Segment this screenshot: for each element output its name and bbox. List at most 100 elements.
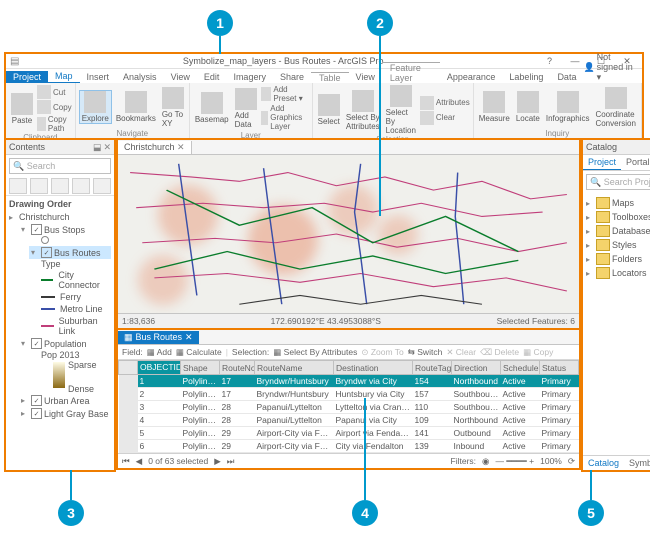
tab-labeling[interactable]: Labeling	[502, 71, 550, 83]
table-row[interactable]: 6Polyline M29Airport-City via Fendal...C…	[119, 440, 579, 453]
clear-button[interactable]: Clear	[420, 111, 470, 125]
toc-suburban[interactable]: Suburban Link	[21, 315, 111, 337]
nav-next-icon[interactable]: ▶	[214, 456, 221, 467]
catalog-tab-portal[interactable]: Portal	[621, 155, 650, 170]
toc-ferry[interactable]: Ferry	[21, 291, 111, 303]
selectbyloc-button[interactable]: Select By Location	[384, 85, 418, 135]
bottom-tab-catalog[interactable]: Catalog	[583, 456, 624, 470]
adddata-button[interactable]: Add Data	[233, 88, 259, 129]
tab-view[interactable]: View	[164, 71, 197, 83]
tab-analysis[interactable]: Analysis	[116, 71, 164, 83]
pane-close-icon[interactable]: ✕	[103, 142, 111, 153]
app-menu-icon[interactable]: ▤	[10, 56, 19, 67]
table-tab-close-icon[interactable]: ✕	[185, 332, 193, 343]
refresh-icon[interactable]: ⟳	[568, 456, 575, 467]
zoomto-button[interactable]: ⊙ Zoom To	[361, 347, 403, 358]
catalog-item[interactable]: ▸Toolboxes	[586, 210, 650, 224]
toc-map[interactable]: ▸Christchurch	[9, 211, 111, 223]
col-header[interactable]: Schedule	[501, 361, 540, 375]
tab-edit[interactable]: Edit	[197, 71, 227, 83]
tab-insert[interactable]: Insert	[80, 71, 117, 83]
gotoxy-button[interactable]: Go To XY	[160, 87, 186, 128]
selectbyattr-tbl-button[interactable]: ▦ Select By Attributes	[273, 347, 357, 358]
copypath-button[interactable]: Copy Path	[37, 115, 72, 133]
selectbyattr-button[interactable]: Select By Attributes	[344, 90, 382, 131]
measure-button[interactable]: Measure	[477, 91, 512, 123]
list-drawing-icon[interactable]	[9, 178, 27, 194]
col-header[interactable]: Shape	[181, 361, 220, 375]
select-button[interactable]: Select	[316, 94, 342, 126]
catalog-item[interactable]: ▸Styles	[586, 238, 650, 252]
attributes-button[interactable]: Attributes	[420, 96, 470, 110]
catalog-item[interactable]: ▸Folders	[586, 252, 650, 266]
infographics-button[interactable]: Infographics	[544, 91, 592, 123]
copy-tbl-button[interactable]: ▦ Copy	[523, 347, 553, 358]
bottom-tab-symbology[interactable]: Symbology	[624, 456, 650, 470]
bookmarks-button[interactable]: Bookmarks	[114, 91, 158, 123]
nav-prev-icon[interactable]: ◀	[136, 456, 143, 467]
tab-data[interactable]: Data	[550, 71, 583, 83]
map-scale[interactable]: 1:83,636	[122, 316, 155, 326]
paste-button[interactable]: Paste	[9, 93, 35, 125]
cut-button[interactable]: Cut	[37, 85, 72, 99]
filter-toggle-icon[interactable]: ◉	[482, 456, 489, 467]
table-row[interactable]: 1Polyline M17Bryndwr/HuntsburyBryndwr vi…	[119, 375, 579, 388]
toc-cityconnector[interactable]: City Connector	[21, 269, 111, 291]
catalog-tab-project[interactable]: Project	[583, 155, 621, 170]
col-header[interactable]: OBJECTID ▾	[138, 361, 181, 375]
col-header[interactable]: Status	[540, 361, 579, 375]
tab-share[interactable]: Share	[273, 71, 311, 83]
table-tab[interactable]: ▦Bus Routes ✕	[118, 331, 199, 344]
toc-base[interactable]: ▸✓Light Gray Base	[21, 407, 111, 420]
addgraphics-button[interactable]: Add Graphics Layer	[261, 104, 309, 131]
nav-last-icon[interactable]: ⏭	[227, 456, 235, 467]
tab-table-view[interactable]: View	[349, 71, 382, 83]
toc-busstops[interactable]: ▾✓Bus Stops	[21, 223, 111, 236]
table-row[interactable]: 4Polyline M28Papanui/LytteltonPapanui vi…	[119, 414, 579, 427]
add-field-button[interactable]: ▦ Add	[147, 347, 172, 358]
table-row[interactable]: 2Polyline M17Bryndwr/HuntsburyHuntsbury …	[119, 388, 579, 401]
explore-button[interactable]: Explore	[79, 90, 112, 124]
addpreset-button[interactable]: Add Preset ▾	[261, 85, 309, 103]
toc-population[interactable]: ▾✓Population	[21, 337, 111, 350]
toc-busroutes[interactable]: ▾✓Bus Routes	[29, 246, 111, 259]
toc-metro[interactable]: Metro Line	[21, 303, 111, 315]
list-source-icon[interactable]	[30, 178, 48, 194]
table-row[interactable]: 3Polyline M28Papanui/LytteltonLyttelton …	[119, 401, 579, 414]
col-header[interactable]: RouteName	[255, 361, 334, 375]
tab-project[interactable]: Project	[6, 71, 48, 83]
nav-first-icon[interactable]: ⏮	[122, 456, 130, 467]
calculate-button[interactable]: ▦ Calculate	[176, 347, 222, 358]
help-icon[interactable]: ?	[547, 56, 552, 66]
catalog-item[interactable]: ▸Databases	[586, 224, 650, 238]
tab-appearance[interactable]: Appearance	[440, 71, 503, 83]
copy-button[interactable]: Copy	[37, 100, 72, 114]
list-editing-icon[interactable]	[72, 178, 90, 194]
list-snapping-icon[interactable]	[93, 178, 111, 194]
attribute-table[interactable]: OBJECTID ▾ShapeRouteNoRouteNameDestinati…	[118, 360, 579, 453]
map-tab[interactable]: Christchurch ✕	[118, 141, 192, 154]
tab-map[interactable]: Map	[48, 70, 80, 83]
map-canvas[interactable]	[118, 155, 579, 313]
clear-tbl-button[interactable]: ✕ Clear	[446, 347, 476, 358]
catalog-search[interactable]: 🔍 Search Project	[586, 174, 650, 190]
tab-imagery[interactable]: Imagery	[226, 71, 273, 83]
basemap-button[interactable]: Basemap	[193, 92, 231, 124]
col-header[interactable]: Destination	[334, 361, 413, 375]
toc-urban[interactable]: ▸✓Urban Area	[21, 394, 111, 407]
pane-pin-icon[interactable]: ⬓	[93, 142, 102, 153]
list-selection-icon[interactable]	[51, 178, 69, 194]
catalog-item[interactable]: ▸Locators	[586, 266, 650, 280]
locate-button[interactable]: Locate	[514, 91, 542, 123]
delete-tbl-button[interactable]: ⌫ Delete	[480, 347, 519, 358]
coordconv-button[interactable]: Coordinate Conversion	[593, 87, 637, 128]
zoom-slider[interactable]: — ━━━━ +	[495, 456, 534, 467]
table-row[interactable]: 5Polyline M29Airport-City via Fendal...A…	[119, 427, 579, 440]
signin-link[interactable]: 👤Not signed in ▾	[583, 52, 642, 83]
contents-search[interactable]: 🔍 Search	[9, 158, 111, 174]
map-tab-close-icon[interactable]: ✕	[177, 142, 185, 152]
col-header[interactable]: Direction	[452, 361, 501, 375]
catalog-item[interactable]: ▸Maps	[586, 196, 650, 210]
switch-button[interactable]: ⇆ Switch	[408, 347, 443, 358]
col-header[interactable]: RouteNo	[220, 361, 255, 375]
